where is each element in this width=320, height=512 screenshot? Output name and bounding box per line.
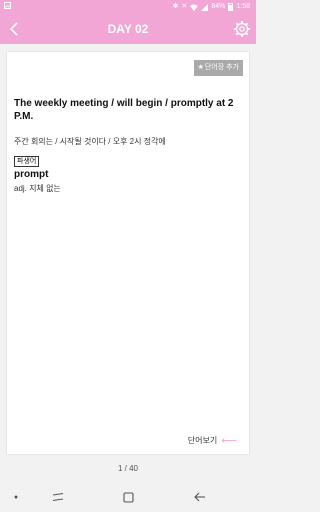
back-nav-icon[interactable]: [190, 489, 210, 505]
status-left: [4, 2, 11, 9]
add-to-wordbook-button[interactable]: ★ 단어장 추가: [193, 60, 243, 76]
view-words-button[interactable]: 단어보기 ⟵: [188, 435, 237, 446]
bluetooth-icon: ✱: [172, 3, 179, 10]
status-time: 1:58: [236, 3, 250, 10]
derivative-badge: 파생어: [14, 156, 40, 167]
word-definition: adj. 지체 없는: [14, 184, 61, 193]
battery-percent: 84%: [211, 3, 226, 10]
home-icon[interactable]: [118, 489, 138, 505]
add-word-label: 단어장 추가: [204, 64, 239, 71]
status-bar: ✱ ✕ 84% 1:58: [0, 0, 256, 14]
view-words-label: 단어보기: [187, 436, 218, 445]
sentence-translation: 주간 회의는 / 시작될 것이다 / 오후 2시 정각에: [14, 137, 166, 146]
arrow-left-icon: ⟵: [221, 434, 237, 447]
wifi-icon: [190, 4, 199, 11]
page-indicator: 1 / 40: [117, 464, 138, 473]
nav-dot-icon: [6, 489, 26, 505]
signal-icon: [201, 3, 209, 11]
flashcard: ★ 단어장 추가 The weekly meeting / will begin…: [7, 52, 249, 454]
notification-image-icon: [4, 2, 11, 9]
vocab-word: prompt: [14, 169, 49, 180]
page-title: DAY 02: [107, 22, 149, 36]
star-icon: ★: [197, 64, 204, 71]
gear-icon[interactable]: [233, 20, 251, 38]
example-sentence: The weekly meeting / will begin / prompt…: [14, 98, 234, 122]
app-header: DAY 02: [0, 14, 256, 44]
system-nav-bar: [0, 482, 256, 512]
recent-apps-icon[interactable]: [48, 489, 68, 505]
mute-icon: ✕: [181, 3, 188, 10]
status-right: ✱ ✕ 84% 1:58: [173, 3, 250, 11]
battery-icon: [228, 3, 234, 11]
